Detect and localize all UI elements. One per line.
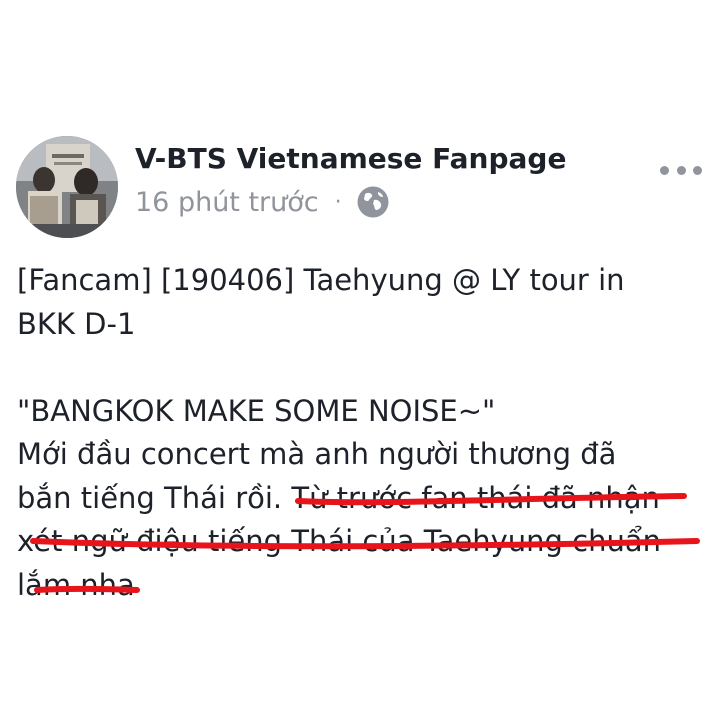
- more-options-button[interactable]: [660, 158, 702, 182]
- more-dots-icon: [660, 165, 669, 175]
- post-text-line: [Fancam] [190406] Taehyung @ LY tour in: [17, 263, 625, 297]
- meta-separator: ·: [334, 189, 342, 215]
- post-meta: 16 phút trước ·: [135, 182, 390, 222]
- post-text-line: "BANGKOK MAKE SOME NOISE~": [17, 393, 496, 428]
- post-text-line: xét ngữ điệu tiếng Thái của Taehyung chu…: [17, 524, 662, 558]
- post-text-line: Mới đầu concert mà anh người thương đã: [17, 437, 617, 471]
- post-text-line: BKK D-1: [17, 306, 136, 341]
- facebook-post: V-BTS Vietnamese Fanpage 16 phút trước ·…: [0, 0, 720, 720]
- globe-icon: [357, 186, 389, 218]
- post-timestamp[interactable]: 16 phút trước: [135, 187, 319, 218]
- post-text-line: bắn tiếng Thái rồi. Từ trước fan thái đã…: [17, 480, 660, 515]
- post-text: [Fancam] [190406] Taehyung @ LY tour in …: [17, 259, 707, 607]
- post-text-line: lắm nha: [17, 567, 135, 602]
- page-name[interactable]: V-BTS Vietnamese Fanpage: [135, 139, 566, 179]
- page-avatar[interactable]: [16, 136, 118, 238]
- post-text-blank-line: [17, 346, 707, 390]
